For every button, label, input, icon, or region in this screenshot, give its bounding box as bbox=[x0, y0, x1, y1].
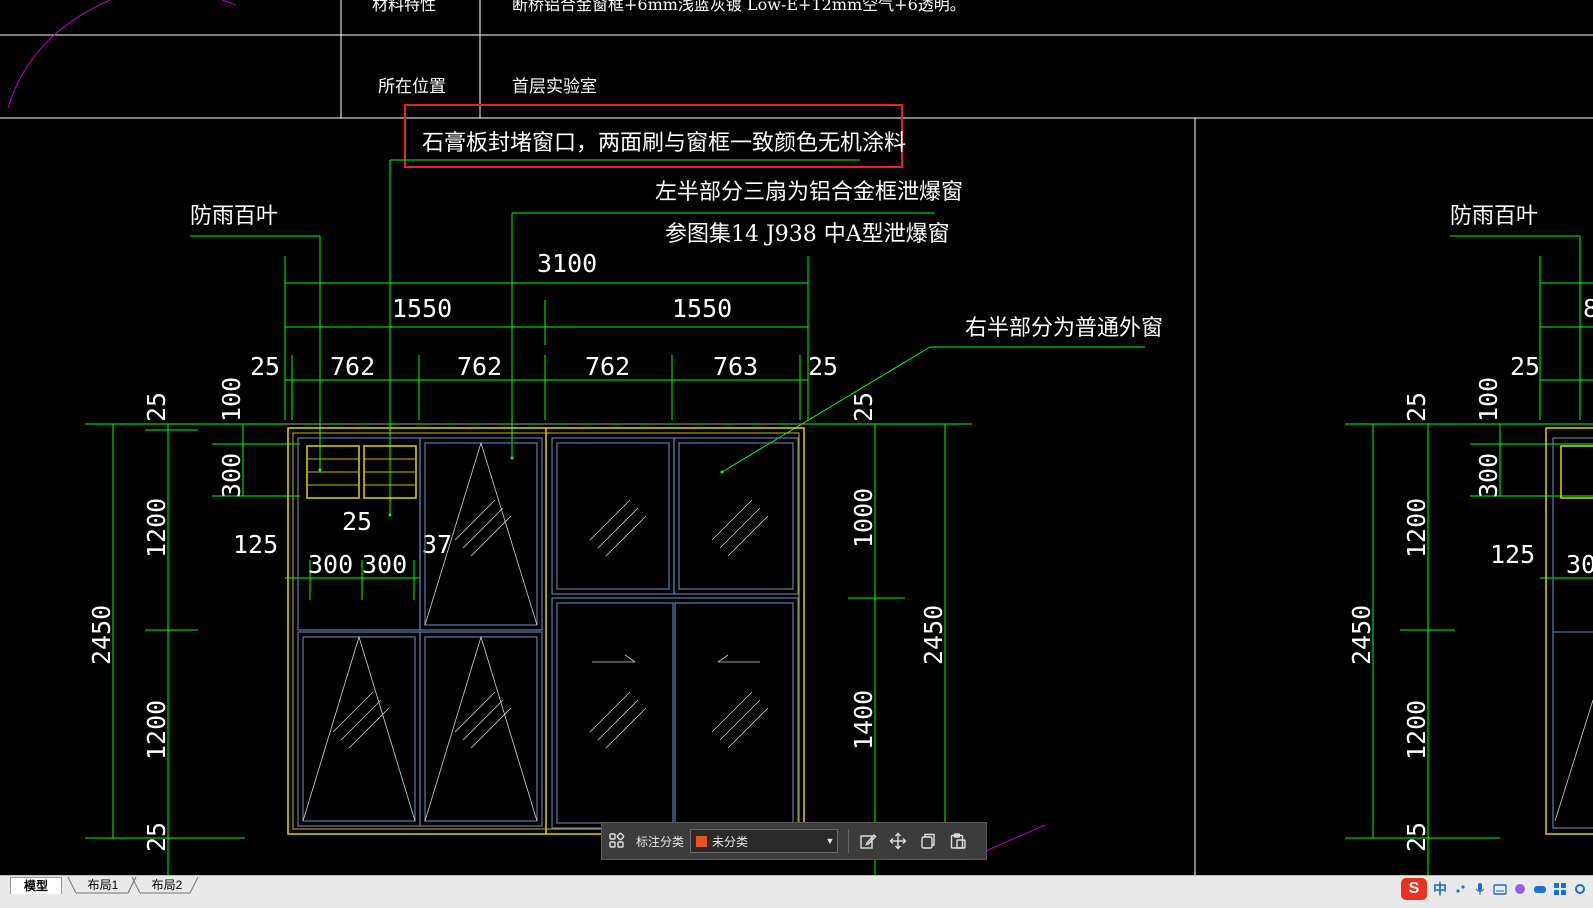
dim-r2-125: 125 bbox=[1490, 540, 1535, 569]
game-icon[interactable] bbox=[1533, 882, 1547, 896]
dim-half-right: 1550 bbox=[672, 294, 732, 323]
dim-seg2: 762 bbox=[457, 352, 502, 381]
dim-left-2450: 2450 bbox=[87, 605, 116, 665]
dim-left-1200-top: 1200 bbox=[142, 498, 171, 558]
category-color-swatch bbox=[696, 835, 708, 847]
dim-r2-edge: 8 bbox=[1583, 294, 1593, 323]
annotation-toolbar: 标注分类 未分类 ▼ bbox=[601, 822, 987, 860]
row1-label: 材料特性 bbox=[372, 0, 436, 14]
louver-note: 防雨百叶 bbox=[190, 204, 278, 229]
tab-model[interactable]: 模型 bbox=[10, 877, 62, 894]
punctuation-icon[interactable] bbox=[1453, 882, 1467, 896]
dim-top-total: 3100 bbox=[537, 249, 597, 278]
right-repeat-window bbox=[1545, 427, 1593, 835]
dim-r2-300: 300 bbox=[1474, 453, 1503, 498]
category-select[interactable]: 未分类 ▼ bbox=[690, 829, 839, 853]
leader-lines bbox=[190, 159, 1581, 515]
keyboard-icon[interactable] bbox=[1493, 882, 1507, 896]
category-label: 标注分类 bbox=[636, 834, 685, 849]
top-dimension-lines bbox=[85, 256, 1593, 425]
right-half-note: 右半部分为普通外窗 bbox=[965, 316, 1163, 341]
row2-label: 所在位置 bbox=[378, 77, 446, 97]
grid-icon[interactable] bbox=[604, 828, 630, 854]
dim-seg1: 762 bbox=[330, 352, 375, 381]
dim-r2-25: 25 bbox=[1510, 352, 1540, 381]
row1-value: 断桥铝合金窗框+6mm浅蓝灰镀 Low-E+12mm空气+6透明。 bbox=[512, 0, 966, 14]
copy-icon[interactable] bbox=[915, 828, 941, 854]
dim-r2-1200-top: 1200 bbox=[1402, 498, 1431, 558]
dim-seg4: 763 bbox=[713, 352, 758, 381]
dim-inner-300b: 300 bbox=[362, 550, 407, 579]
tab-layout2[interactable]: 布局2 bbox=[142, 877, 192, 893]
window-elevation bbox=[287, 427, 805, 835]
row2-value: 首层实验室 bbox=[512, 77, 597, 97]
dim-inner-25: 25 bbox=[342, 507, 372, 536]
drawing-svg: 材料特性 断桥铝合金窗框+6mm浅蓝灰镀 Low-E+12mm空气+6透明。 所… bbox=[0, 0, 1593, 875]
toolbox-icon[interactable] bbox=[1553, 882, 1567, 896]
microphone-icon[interactable] bbox=[1473, 882, 1487, 896]
dim-r2-30: 30 bbox=[1566, 550, 1593, 579]
edit-icon[interactable] bbox=[855, 828, 881, 854]
left-dimension-lines bbox=[85, 424, 420, 875]
dim-seg-edge-left: 25 bbox=[250, 352, 280, 381]
right-repeat-dim-lines bbox=[1345, 424, 1593, 875]
skin-icon[interactable] bbox=[1513, 882, 1527, 896]
ime-logo[interactable]: S bbox=[1401, 878, 1427, 900]
louver-note-right: 防雨百叶 bbox=[1450, 204, 1538, 229]
dim-r2-100: 100 bbox=[1474, 377, 1503, 422]
dim-seg3: 762 bbox=[585, 352, 630, 381]
dim-right-2450: 2450 bbox=[919, 605, 948, 665]
category-selected-value: 未分类 bbox=[712, 834, 749, 849]
dim-r2-top-25: 25 bbox=[1402, 392, 1431, 422]
highlight-text: 石膏板封堵窗口，两面刷与窗框一致颜色无机涂料 bbox=[422, 131, 906, 156]
dim-inner-125: 125 bbox=[233, 530, 278, 559]
toolbar-divider bbox=[848, 829, 850, 853]
tab-layout1[interactable]: 布局1 bbox=[78, 877, 128, 893]
magenta-arc-top2 bbox=[221, 0, 237, 6]
dim-r2-2450: 2450 bbox=[1347, 605, 1376, 665]
dim-left-bottom-25: 25 bbox=[142, 822, 171, 852]
dim-seg-edge-right: 25 bbox=[808, 352, 838, 381]
left-half-note-2: 参图集14 J938 中A型泄爆窗 bbox=[665, 222, 950, 247]
dim-half-left: 1550 bbox=[392, 294, 452, 323]
magenta-arc-top bbox=[7, 0, 111, 109]
dim-left-100: 100 bbox=[217, 377, 246, 422]
layout-tab-strip: 模型 布局1 布局2 bbox=[0, 875, 1593, 908]
dim-r2-1200-bottom: 1200 bbox=[1402, 700, 1431, 760]
dim-left-300: 300 bbox=[217, 453, 246, 498]
move-icon[interactable] bbox=[885, 828, 911, 854]
dim-left-1200-bottom: 1200 bbox=[142, 700, 171, 760]
dim-inner-300a: 300 bbox=[308, 550, 353, 579]
left-half-note-1: 左半部分三扇为铝合金框泄爆窗 bbox=[655, 180, 963, 205]
dim-left-top-25: 25 bbox=[142, 392, 171, 422]
settings-icon[interactable] bbox=[1573, 882, 1587, 896]
paste-icon[interactable] bbox=[945, 828, 971, 854]
dim-right-top-25: 25 bbox=[849, 392, 878, 422]
ime-language-toggle[interactable]: 中 bbox=[1433, 879, 1447, 899]
dim-inner-37: 37 bbox=[422, 530, 452, 559]
ime-tray: S 中 bbox=[1401, 878, 1587, 900]
dim-right-1400: 1400 bbox=[849, 690, 878, 750]
cad-drawing-canvas[interactable]: 材料特性 断桥铝合金窗框+6mm浅蓝灰镀 Low-E+12mm空气+6透明。 所… bbox=[0, 0, 1593, 875]
chevron-down-icon: ▼ bbox=[825, 836, 835, 846]
dim-r2-bottom-25: 25 bbox=[1402, 822, 1431, 852]
dim-right-1000: 1000 bbox=[849, 488, 878, 548]
